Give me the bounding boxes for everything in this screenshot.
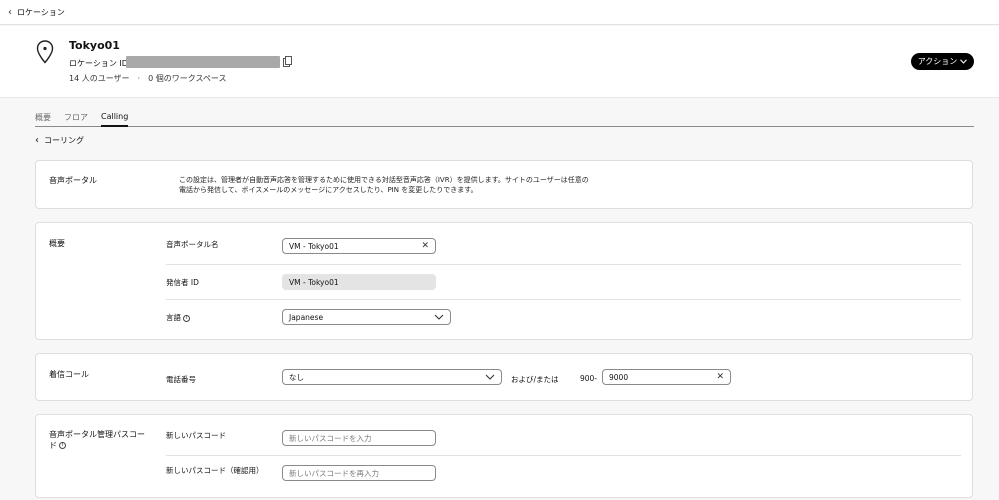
top-bar: ‹ ロケーション xyxy=(0,0,999,25)
tab-overview[interactable]: 概要 xyxy=(35,112,51,127)
language-label-text: 言語 xyxy=(166,313,181,322)
caller-id-field: VM - Tokyo01 xyxy=(282,274,436,290)
extension-prefix: 900- xyxy=(580,374,598,383)
new-passcode-input[interactable]: 新しいパスコードを入力 xyxy=(282,430,436,446)
phone-number-select[interactable]: なし xyxy=(282,369,502,385)
confirm-passcode-label: 新しいパスコード（確認用） xyxy=(166,466,264,475)
voice-portal-title: 音声ポータル xyxy=(49,176,97,185)
extension-input[interactable]: 9000 ✕ xyxy=(602,369,731,385)
location-id-value-redacted xyxy=(126,56,280,68)
divider xyxy=(166,264,961,265)
language-select[interactable]: Japanese xyxy=(282,309,451,325)
divider xyxy=(166,299,961,300)
new-passcode-label: 新しいパスコード xyxy=(166,431,226,440)
incoming-calls-card: 着信コール 電話番号 なし および/または 900- 9000 ✕ xyxy=(35,353,973,401)
and-or-label: および/または xyxy=(511,375,559,384)
incoming-calls-title: 着信コール xyxy=(49,370,89,379)
tab-bar: 概要 フロア Calling xyxy=(35,112,974,127)
location-meta: 14 人のユーザー · 0 個のワークスペース xyxy=(69,74,227,83)
confirm-passcode-placeholder: 新しいパスコードを再入力 xyxy=(289,468,379,478)
language-label: 言語 i xyxy=(166,312,190,323)
overview-title: 概要 xyxy=(49,239,65,248)
chevron-left-icon: ‹ xyxy=(35,135,39,146)
portal-name-value: VM - Tokyo01 xyxy=(289,241,339,251)
calling-back-label: コーリング xyxy=(44,136,84,145)
location-pin-icon xyxy=(36,40,54,64)
back-to-locations-link[interactable]: ロケーション xyxy=(17,7,65,18)
page-title: Tokyo01 xyxy=(69,39,120,52)
divider xyxy=(166,455,961,456)
phone-number-value: なし xyxy=(289,372,304,382)
admin-passcode-card: 音声ポータル管理パスコード i 新しいパスコード 新しいパスコードを入力 新しいパ… xyxy=(35,414,973,498)
chevron-down-icon xyxy=(960,59,968,64)
tab-floors[interactable]: フロア xyxy=(64,112,88,127)
copy-icon[interactable] xyxy=(283,56,292,67)
calling-back-link[interactable]: ‹ コーリング xyxy=(35,135,84,146)
caller-id-value: VM - Tokyo01 xyxy=(289,277,339,287)
new-passcode-placeholder: 新しいパスコードを入力 xyxy=(289,433,372,443)
tab-calling[interactable]: Calling xyxy=(101,112,129,127)
chevron-left-icon[interactable]: ‹ xyxy=(8,7,12,18)
chevron-down-icon xyxy=(434,314,444,320)
extension-value: 9000 xyxy=(609,372,629,382)
info-icon[interactable]: i xyxy=(59,442,66,449)
clear-icon[interactable]: ✕ xyxy=(716,372,724,382)
overview-card: 概要 音声ポータル名 VM - Tokyo01 ✕ 発信者 ID VM - To… xyxy=(35,222,973,340)
chevron-down-icon xyxy=(485,374,495,380)
actions-button[interactable]: アクション xyxy=(911,53,974,70)
voice-portal-description: この設定は、管理者が自動音声応答を管理するために使用できる対話型音声応答（IVR… xyxy=(179,176,589,194)
clear-icon[interactable]: ✕ xyxy=(421,241,429,251)
location-id-label: ロケーション ID: xyxy=(69,59,131,68)
portal-name-label: 音声ポータル名 xyxy=(166,240,219,249)
voice-portal-card: 音声ポータル この設定は、管理者が自動音声応答を管理するために使用できる対話型音… xyxy=(35,160,973,209)
actions-button-label: アクション xyxy=(917,57,958,66)
confirm-passcode-input[interactable]: 新しいパスコードを再入力 xyxy=(282,465,436,481)
location-header: Tokyo01 ロケーション ID: 14 人のユーザー · 0 個のワークスペ… xyxy=(0,26,999,98)
admin-passcode-title: 音声ポータル管理パスコード i xyxy=(49,429,149,451)
language-value: Japanese xyxy=(289,312,324,322)
info-icon[interactable]: i xyxy=(183,314,190,322)
portal-name-input[interactable]: VM - Tokyo01 ✕ xyxy=(282,238,436,254)
caller-id-label: 発信者 ID xyxy=(166,278,199,287)
phone-number-label: 電話番号 xyxy=(166,375,196,384)
